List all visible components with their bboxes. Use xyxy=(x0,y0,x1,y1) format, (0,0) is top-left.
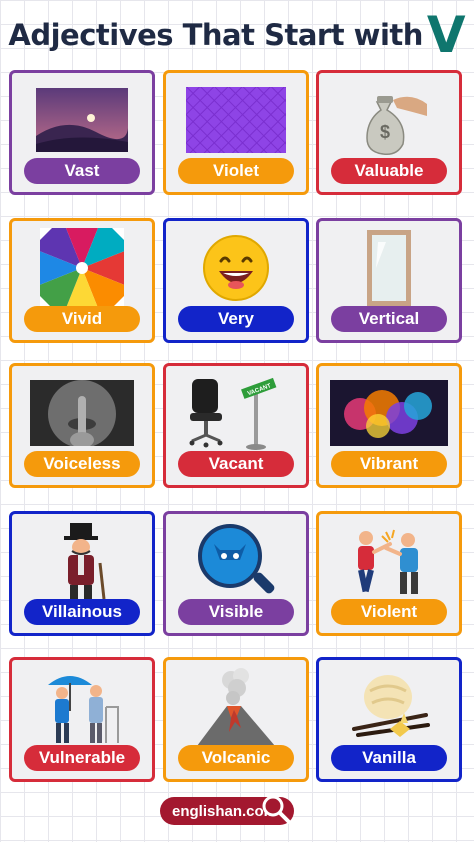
word-label: Valuable xyxy=(331,158,447,184)
laughing-emoji-picture xyxy=(170,227,302,309)
color-smoke-picture xyxy=(323,372,455,454)
rainbow-swirl-picture xyxy=(16,227,148,309)
word-label: Visible xyxy=(178,599,294,625)
site-badge[interactable]: englishan.com xyxy=(160,795,294,825)
card-volcanic: Volcanic xyxy=(163,657,309,782)
magnifier-cat-picture xyxy=(170,520,302,602)
money-bag-picture: $ xyxy=(323,79,455,161)
card-very: Very xyxy=(163,218,309,343)
card-vacant: VACANT Vacant xyxy=(163,363,309,488)
card-voiceless: Voiceless xyxy=(9,363,155,488)
card-vibrant: Vibrant xyxy=(316,363,462,488)
villain-picture xyxy=(16,520,148,602)
adjective-grid: Vast Violet $ Valuable Vivid Very Vertical Voic… xyxy=(0,0,474,842)
word-label: Violet xyxy=(178,158,294,184)
word-label: Vanilla xyxy=(331,745,447,771)
card-violet: Violet xyxy=(163,70,309,195)
card-vivid: Vivid xyxy=(9,218,155,343)
word-label: Vacant xyxy=(178,451,294,477)
card-vulnerable: Vulnerable xyxy=(9,657,155,782)
volcano-picture xyxy=(170,666,302,748)
card-vast: Vast xyxy=(9,70,155,195)
empty-chair-picture: VACANT xyxy=(170,372,302,454)
card-vertical: Vertical xyxy=(316,218,462,343)
word-label: Villainous xyxy=(24,599,140,625)
card-valuable: $ Valuable xyxy=(316,70,462,195)
violet-pattern-picture xyxy=(170,79,302,161)
word-label: Vertical xyxy=(331,306,447,332)
card-visible: Visible xyxy=(163,511,309,636)
fighting-men-picture xyxy=(323,520,455,602)
mirror-picture xyxy=(323,227,455,309)
word-label: Volcanic xyxy=(178,745,294,771)
search-icon xyxy=(260,793,292,829)
vanilla-ice-cream-picture xyxy=(323,666,455,748)
card-violent: Violent xyxy=(316,511,462,636)
word-label: Vivid xyxy=(24,306,140,332)
word-label: Violent xyxy=(331,599,447,625)
finger-on-lips-picture xyxy=(16,372,148,454)
svg-text:$: $ xyxy=(380,122,390,142)
word-label: Vast xyxy=(24,158,140,184)
word-label: Very xyxy=(178,306,294,332)
landscape-picture xyxy=(16,79,148,161)
word-label: Voiceless xyxy=(24,451,140,477)
word-label: Vulnerable xyxy=(24,745,140,771)
elderly-people-picture xyxy=(16,666,148,748)
word-label: Vibrant xyxy=(331,451,447,477)
card-villainous: Villainous xyxy=(9,511,155,636)
card-vanilla: Vanilla xyxy=(316,657,462,782)
